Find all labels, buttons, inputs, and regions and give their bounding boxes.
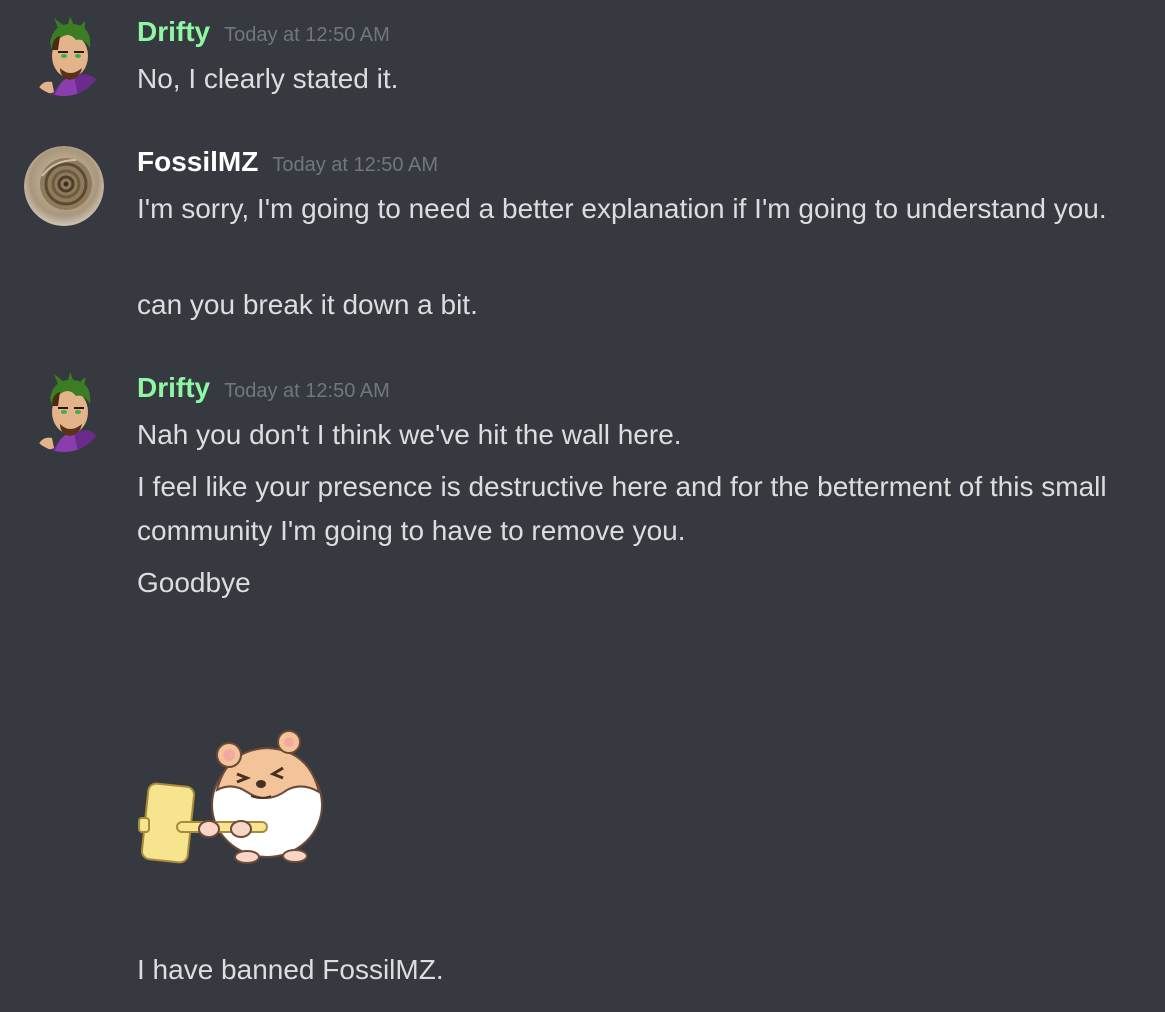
message-text: No, I clearly stated it. [137,63,399,94]
timestamp[interactable]: Today at 12:50 AM [272,154,438,176]
message-text: Goodbye [137,567,251,598]
message-text: I feel like your presence is destructive… [137,471,1107,546]
drifty-avatar-icon [24,16,104,96]
ammonite-fossil-avatar-icon [24,146,104,226]
username-drifty[interactable]: Drifty [137,16,210,47]
timestamp[interactable]: Today at 12:50 AM [224,380,390,402]
message-text: I'm sorry, I'm going to need a better ex… [137,193,1107,224]
drifty-avatar-icon [24,372,104,452]
message-header: Drifty Today at 12:50 AM [137,372,390,404]
timestamp[interactable]: Today at 12:50 AM [224,24,390,46]
message-text: I have banned FossilMZ. [137,954,444,985]
hamster-ban-hammer-sticker[interactable] [137,730,327,865]
message-header: FossilMZ Today at 12:50 AM [137,146,438,178]
avatar-drifty[interactable] [24,372,104,452]
message-text: can you break it down a bit. [137,289,478,320]
avatar-fossilmz[interactable] [24,146,104,226]
avatar-drifty[interactable] [24,16,104,96]
username-fossilmz[interactable]: FossilMZ [137,146,258,177]
message-text: Nah you don't I think we've hit the wall… [137,419,682,450]
message-header: Drifty Today at 12:50 AM [137,16,390,48]
hamster-with-ban-hammer-icon [138,730,323,864]
username-drifty[interactable]: Drifty [137,372,210,403]
